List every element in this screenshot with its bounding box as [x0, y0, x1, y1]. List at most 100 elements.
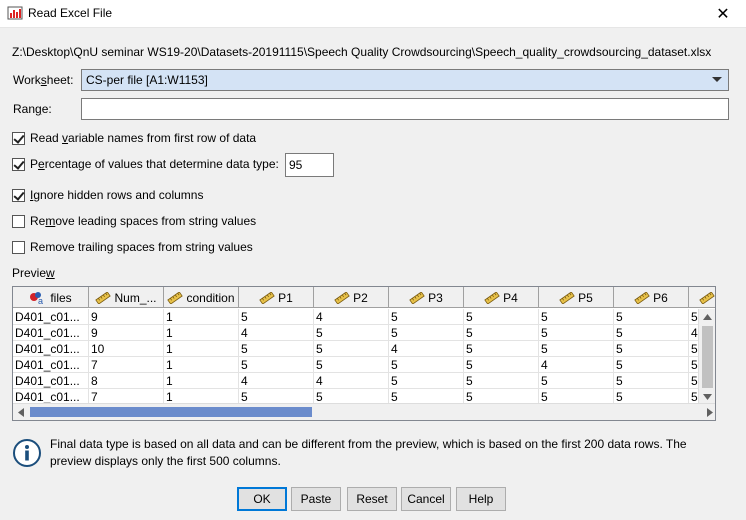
table-row: D401_c01... 10 1 5 5 4 5 5 5 5 [13, 341, 715, 357]
svg-text:a: a [38, 296, 43, 305]
column-header-label: files [50, 290, 72, 305]
table-cell: 1 [164, 341, 239, 357]
preview-data-rows: D401_c01... 9 1 5 4 5 5 5 5 5 D401_c01... 9 1 4 5 5 5 5 5 4… [13, 309, 715, 405]
scroll-up-icon[interactable] [700, 309, 715, 324]
table-cell: 5 [614, 357, 689, 373]
option-remove-leading-spaces[interactable]: Remove leading spaces from string values [12, 214, 256, 228]
table-cell: 4 [539, 357, 614, 373]
table-cell: 5 [539, 373, 614, 389]
table-cell: 5 [539, 325, 614, 341]
table-cell: 5 [464, 325, 539, 341]
file-path: Z:\Desktop\QnU seminar WS19-20\Datasets-… [12, 45, 712, 59]
table-cell: 5 [314, 325, 389, 341]
column-header-label: P2 [353, 290, 368, 305]
table-cell: 5 [389, 373, 464, 389]
table-cell: 1 [164, 357, 239, 373]
scroll-right-icon[interactable] [702, 405, 715, 420]
option-label: Read variable names from first row of da… [30, 131, 257, 145]
column-header-label: P4 [503, 290, 518, 305]
checkbox[interactable] [12, 131, 25, 145]
preview-grid[interactable]: a files Num_... condition P1 P2 P3 P4 P5 P6 D401_… [12, 286, 716, 421]
table-cell: 5 [389, 357, 464, 373]
scale-ruler-icon [559, 291, 575, 304]
table-cell: D401_c01... [13, 357, 89, 373]
column-header-label: P6 [653, 290, 668, 305]
info-icon [13, 439, 41, 467]
checkbox[interactable] [12, 240, 25, 254]
table-cell: 5 [614, 309, 689, 325]
percentage-input[interactable]: 95 [285, 153, 334, 177]
reset-button[interactable]: Reset [347, 487, 397, 511]
option-percentage-values[interactable]: Percentage of values that determine data… [12, 157, 279, 171]
column-header-label: condition [186, 290, 235, 305]
table-cell: 5 [614, 325, 689, 341]
column-header-label: P3 [428, 290, 443, 305]
table-row: D401_c01... 9 1 4 5 5 5 5 5 4 [13, 325, 715, 341]
option-remove-trailing-spaces[interactable]: Remove trailing spaces from string value… [12, 240, 253, 254]
column-header: P1 [239, 287, 314, 308]
option-label: Remove trailing spaces from string value… [30, 240, 253, 254]
vertical-scrollbar[interactable] [698, 309, 715, 404]
table-cell: 5 [464, 341, 539, 357]
scale-ruler-icon [699, 291, 715, 304]
ok-button[interactable]: OK [237, 487, 287, 511]
checkbox[interactable] [12, 214, 25, 228]
scale-ruler-icon [484, 291, 500, 304]
table-cell: 5 [314, 357, 389, 373]
table-cell: D401_c01... [13, 325, 89, 341]
worksheet-value: CS-per file [A1:W1153] [86, 73, 208, 87]
column-header-label: Num_... [114, 290, 157, 305]
scroll-down-icon[interactable] [700, 389, 715, 404]
close-button[interactable]: ✕ [700, 0, 746, 28]
vertical-scroll-thumb[interactable] [702, 326, 713, 388]
worksheet-label: Worksheet: [13, 73, 74, 87]
table-row: D401_c01... 8 1 4 4 5 5 5 5 5 [13, 373, 715, 389]
close-icon: ✕ [716, 6, 730, 23]
table-cell: 5 [239, 341, 314, 357]
column-header: condition [164, 287, 239, 308]
table-cell: 4 [314, 373, 389, 389]
table-cell: 5 [539, 309, 614, 325]
checkbox[interactable] [12, 188, 25, 202]
table-cell: 10 [89, 341, 164, 357]
help-button[interactable]: Help [456, 487, 506, 511]
option-label: Ignore hidden rows and columns [30, 188, 204, 202]
scale-ruler-icon [167, 291, 184, 304]
option-ignore-hidden[interactable]: Ignore hidden rows and columns [12, 188, 203, 202]
column-header: Num_... [89, 287, 164, 308]
range-label: Range: [13, 102, 52, 116]
table-cell: 1 [164, 373, 239, 389]
horizontal-scroll-thumb[interactable] [30, 407, 312, 417]
table-cell: 5 [464, 373, 539, 389]
scroll-left-icon[interactable] [13, 405, 28, 420]
table-cell: 5 [239, 357, 314, 373]
range-input[interactable] [81, 98, 729, 120]
option-read-variable-names[interactable]: Read variable names from first row of da… [12, 131, 256, 145]
column-header: P5 [539, 287, 614, 308]
scale-ruler-icon [334, 291, 350, 304]
table-cell: D401_c01... [13, 373, 89, 389]
paste-button[interactable]: Paste [291, 487, 341, 511]
table-cell: 5 [464, 357, 539, 373]
window-title: Read Excel File [28, 6, 113, 20]
column-header: P3 [389, 287, 464, 308]
option-label: Percentage of values that determine data… [30, 157, 279, 171]
table-cell: 9 [89, 309, 164, 325]
cancel-button[interactable]: Cancel [401, 487, 451, 511]
column-header [689, 287, 715, 308]
spss-app-icon [7, 6, 23, 20]
preview-header-row: a files Num_... condition P1 P2 P3 P4 P5 P6 [13, 287, 715, 308]
table-cell: 9 [89, 325, 164, 341]
table-cell: 4 [389, 341, 464, 357]
table-cell: 5 [239, 309, 314, 325]
scale-ruler-icon [634, 291, 650, 304]
nominal-string-icon: a [30, 291, 43, 305]
table-row: D401_c01... 7 1 5 5 5 5 4 5 5 [13, 357, 715, 373]
horizontal-scrollbar[interactable] [13, 403, 715, 420]
table-cell: 5 [389, 325, 464, 341]
checkbox[interactable] [12, 157, 25, 171]
table-cell: D401_c01... [13, 309, 89, 325]
table-cell: 7 [89, 357, 164, 373]
column-header-label: P1 [278, 290, 293, 305]
worksheet-select[interactable]: CS-per file [A1:W1153] [81, 69, 729, 91]
